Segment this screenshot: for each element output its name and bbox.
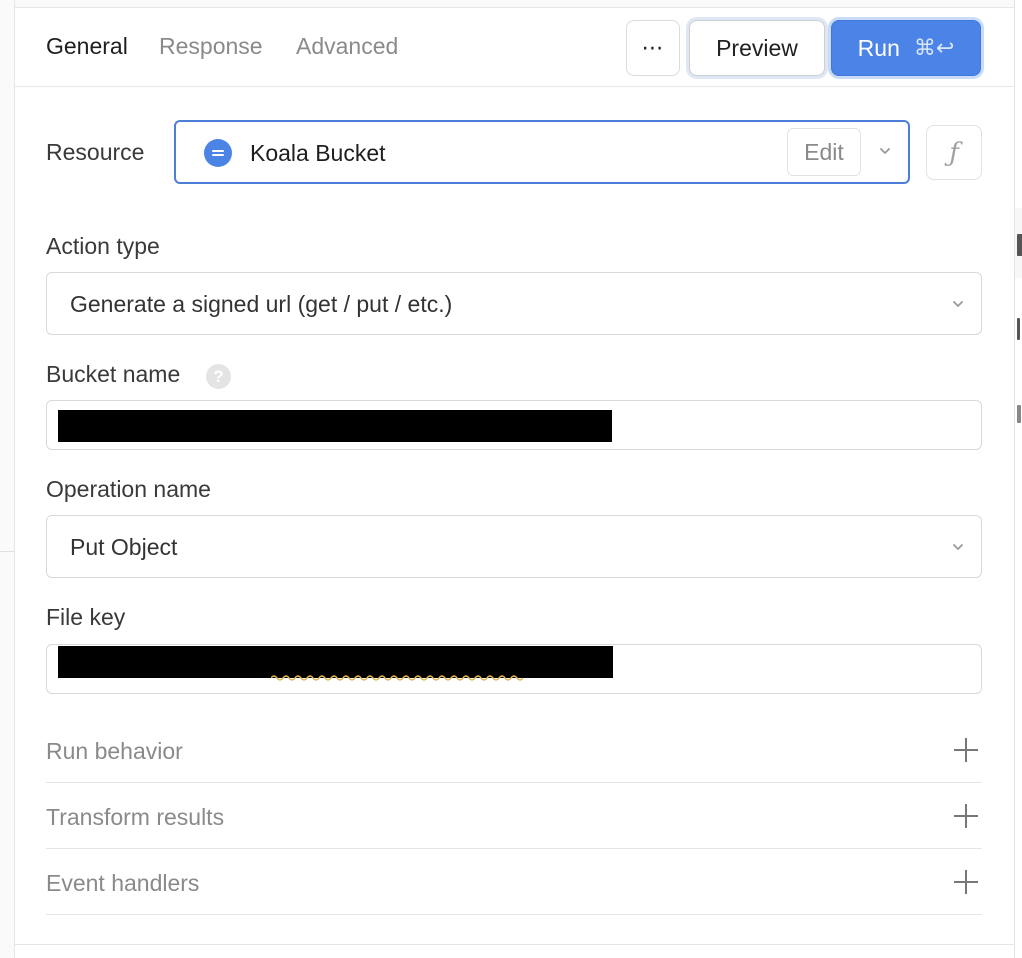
redacted-value — [58, 410, 612, 442]
canvas-fragment — [1017, 318, 1020, 340]
spellcheck-underline — [271, 675, 523, 681]
divider — [0, 551, 15, 552]
divider — [15, 944, 1014, 945]
canvas-fragment — [1017, 405, 1021, 423]
tab-advanced[interactable]: Advanced — [296, 32, 398, 60]
app-window: General Response Advanced ⋯ Preview Run … — [0, 0, 1022, 958]
left-canvas-edge — [0, 0, 15, 958]
more-options-button[interactable]: ⋯ — [626, 20, 680, 76]
run-button[interactable]: Run ⌘↩ — [831, 20, 981, 76]
chevron-down-icon — [953, 301, 963, 307]
tab-general[interactable]: General — [46, 32, 128, 60]
fx-icon: ƒ — [949, 137, 959, 168]
operation-name-value: Put Object — [70, 534, 178, 560]
editor-header: General Response Advanced ⋯ Preview Run … — [15, 8, 1014, 87]
plus-icon — [954, 804, 978, 828]
operation-name-select[interactable]: Put Object — [46, 515, 982, 578]
top-edge — [15, 0, 1014, 8]
file-key-label: File key — [46, 604, 126, 630]
section-label: Transform results — [46, 804, 225, 830]
database-icon — [204, 139, 232, 167]
action-type-label: Action type — [46, 233, 160, 259]
resource-select[interactable]: Koala Bucket Edit — [174, 120, 910, 184]
chevron-down-icon[interactable] — [878, 144, 892, 158]
file-key-input[interactable] — [46, 644, 982, 694]
section-event-handlers[interactable]: Event handlers — [46, 849, 982, 915]
resource-name: Koala Bucket — [250, 140, 386, 166]
bucket-name-input[interactable] — [46, 400, 982, 450]
action-type-select[interactable]: Generate a signed url (get / put / etc.) — [46, 272, 982, 335]
query-editor-panel: General Response Advanced ⋯ Preview Run … — [15, 8, 1014, 958]
more-icon: ⋯ — [641, 35, 665, 60]
run-button-label: Run — [857, 34, 900, 61]
help-icon[interactable]: ? — [206, 364, 231, 389]
section-label: Run behavior — [46, 738, 183, 764]
preview-button[interactable]: Preview — [689, 20, 825, 76]
tab-response[interactable]: Response — [159, 32, 263, 60]
operation-name-label: Operation name — [46, 476, 211, 502]
section-run-behavior[interactable]: Run behavior — [46, 717, 982, 783]
run-shortcut-hint: ⌘↩ — [913, 35, 955, 61]
action-type-value: Generate a signed url (get / put / etc.) — [70, 291, 453, 317]
section-label: Event handlers — [46, 870, 200, 896]
canvas-fragment — [1017, 234, 1022, 256]
function-toggle-button[interactable]: ƒ — [926, 125, 982, 180]
resource-label: Resource — [46, 139, 145, 165]
section-transform-results[interactable]: Transform results — [46, 783, 982, 849]
plus-icon — [954, 870, 978, 894]
right-canvas-edge — [1014, 0, 1022, 958]
chevron-down-icon — [953, 544, 963, 550]
bucket-name-label: Bucket name — [46, 361, 181, 387]
plus-icon — [954, 738, 978, 762]
edit-resource-button[interactable]: Edit — [787, 128, 861, 176]
